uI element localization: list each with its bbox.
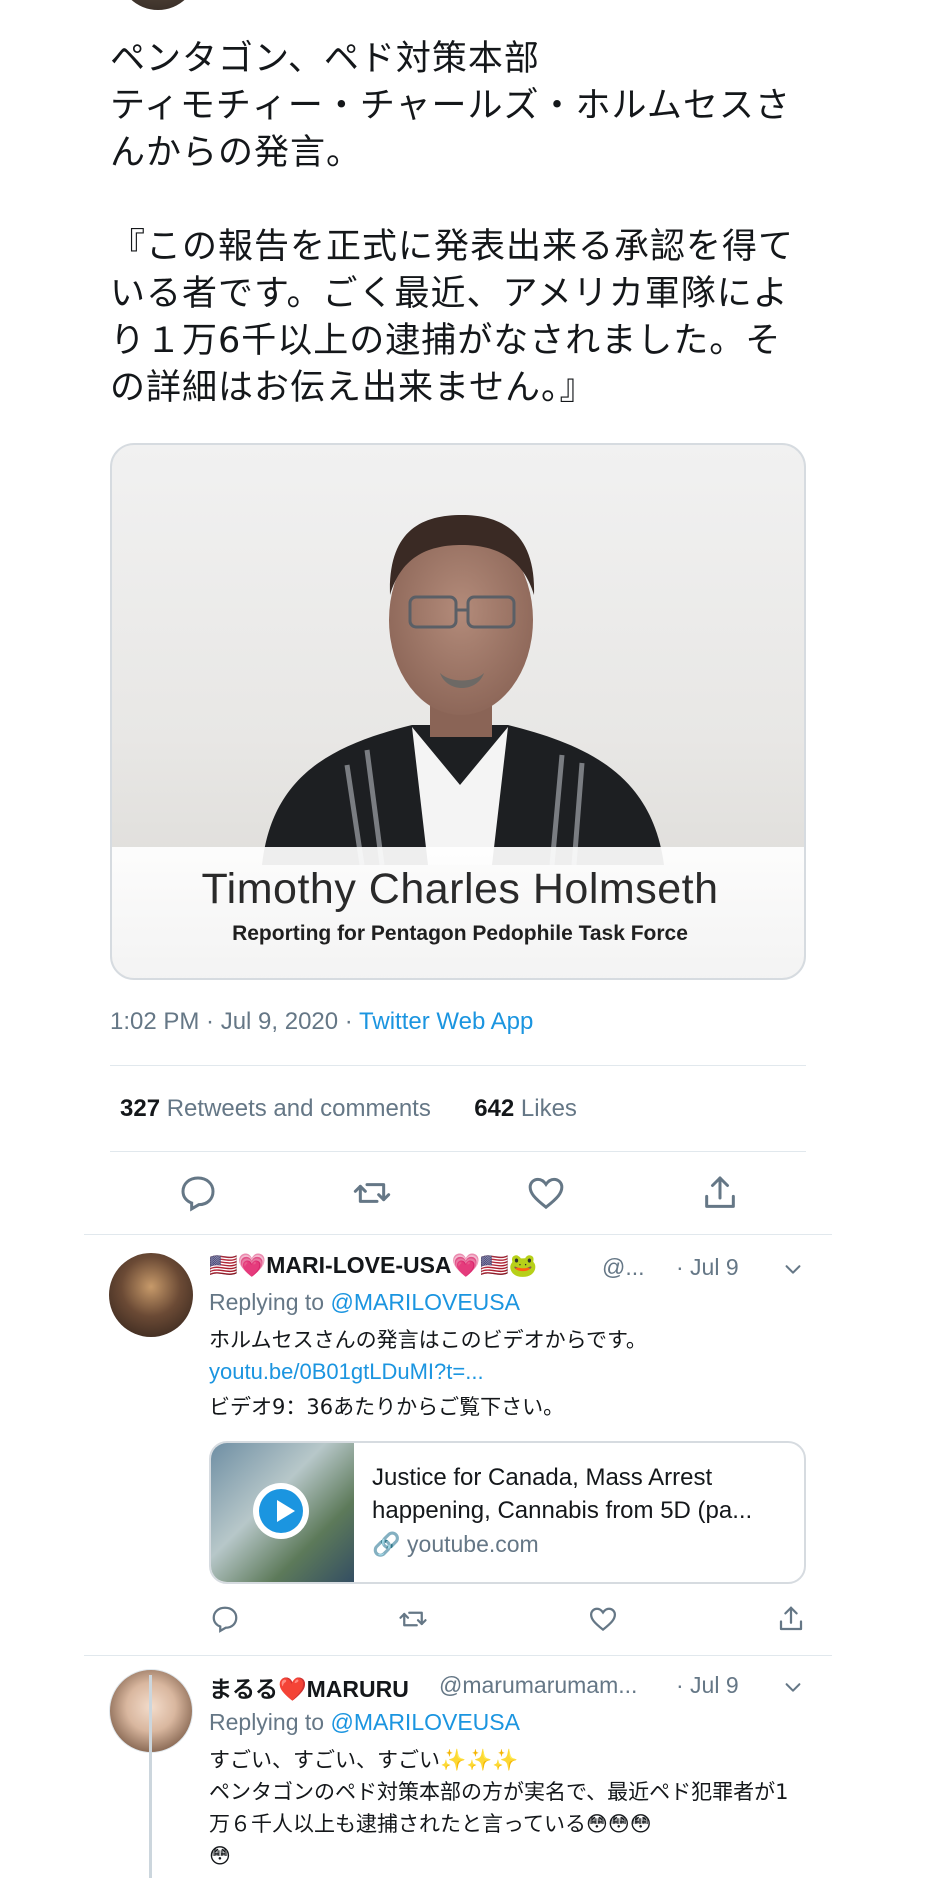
reply-author-name[interactable]: まるる❤️MARURU xyxy=(209,1670,409,1704)
share-icon[interactable] xyxy=(776,1604,806,1634)
reply-text: すごい、すごい、すごい✨✨✨ ペンタゴンのペド対策本部の方が実名で、最近ペド犯罪… xyxy=(209,1748,789,1868)
video-caption-name: Timothy Charles Holmseth xyxy=(201,865,719,913)
divider xyxy=(84,1655,832,1656)
link-preview-domain-text: youtube.com xyxy=(407,1531,539,1557)
play-icon[interactable] xyxy=(253,1483,309,1539)
retweets-count: 327 xyxy=(120,1095,161,1122)
reply-date[interactable]: · Jul 9 xyxy=(676,1254,739,1281)
share-icon[interactable] xyxy=(700,1173,740,1213)
replying-to-label: Replying to xyxy=(209,1709,331,1735)
link-preview-domain: 🔗 youtube.com xyxy=(372,1531,539,1558)
reply-date[interactable]: · Jul 9 xyxy=(676,1672,739,1699)
replying-to-label: Replying to xyxy=(209,1289,331,1315)
retweet-icon[interactable] xyxy=(352,1173,392,1213)
retweets-stat[interactable]: 327 Retweets and comments xyxy=(120,1095,431,1122)
retweets-label: Retweets and comments xyxy=(160,1095,431,1122)
author-avatar[interactable] xyxy=(118,0,198,10)
divider xyxy=(110,1065,806,1066)
tweet-media-video[interactable]: Timothy Charles Holmseth Reporting for P… xyxy=(110,443,806,980)
link-preview-title: Justice for Canada, Mass Arrest happenin… xyxy=(372,1464,753,1524)
thread-line xyxy=(149,1675,152,1878)
reply-replying-to: Replying to @MARILOVEUSA xyxy=(209,1289,520,1316)
reply-author-handle[interactable]: @... xyxy=(602,1254,645,1281)
divider xyxy=(110,1151,806,1152)
tweet-timestamp[interactable]: 1:02 PM · Jul 9, 2020 · xyxy=(110,1008,359,1035)
video-thumbnail-person xyxy=(262,515,664,865)
tweet-text: ペンタゴン、ペド対策本部 ティモチィー・チャールズ・ホルムセスさんからの発言。 … xyxy=(110,39,795,408)
link-icon: 🔗 xyxy=(372,1531,401,1557)
link-preview-thumbnail xyxy=(211,1443,354,1582)
likes-stat[interactable]: 642 Likes xyxy=(474,1095,577,1122)
tweet-stats: 327 Retweets and comments 642 Likes xyxy=(120,1095,577,1123)
video-caption-subtitle: Reporting for Pentagon Pedophile Task Fo… xyxy=(232,922,688,945)
likes-count: 642 xyxy=(474,1095,515,1122)
link-preview-card[interactable]: Justice for Canada, Mass Arrest happenin… xyxy=(209,1441,806,1584)
reply-link[interactable]: youtu.be/0B01gtLDuMI?t=... xyxy=(209,1359,484,1385)
retweet-icon[interactable] xyxy=(398,1604,428,1634)
reply-icon[interactable] xyxy=(210,1604,240,1634)
chevron-down-icon[interactable] xyxy=(782,1676,804,1698)
tweet-meta: 1:02 PM · Jul 9, 2020 · Twitter Web App xyxy=(110,1008,533,1036)
reply-replying-to: Replying to @MARILOVEUSA xyxy=(209,1709,520,1736)
reply-author-name[interactable]: 🇺🇸💗MARI-LOVE-USA💗🇺🇸🐸 xyxy=(209,1252,537,1279)
like-icon[interactable] xyxy=(526,1173,566,1213)
replying-to-handle[interactable]: @MARILOVEUSA xyxy=(330,1709,520,1735)
tweet-source-link[interactable]: Twitter Web App xyxy=(359,1008,533,1035)
likes-label: Likes xyxy=(514,1095,577,1122)
reply-icon[interactable] xyxy=(178,1173,218,1213)
divider xyxy=(84,1234,832,1235)
reply-author-handle[interactable]: @marumarumam... xyxy=(439,1672,637,1699)
reply-text: ビデオ9：36あたりからご覧下さい。 xyxy=(209,1395,565,1419)
like-icon[interactable] xyxy=(588,1604,618,1634)
reply-text: ホルムセスさんの発言はこのビデオからです。 xyxy=(209,1328,647,1352)
replying-to-handle[interactable]: @MARILOVEUSA xyxy=(330,1289,520,1315)
reply-avatar[interactable] xyxy=(109,1253,193,1337)
chevron-down-icon[interactable] xyxy=(782,1258,804,1280)
